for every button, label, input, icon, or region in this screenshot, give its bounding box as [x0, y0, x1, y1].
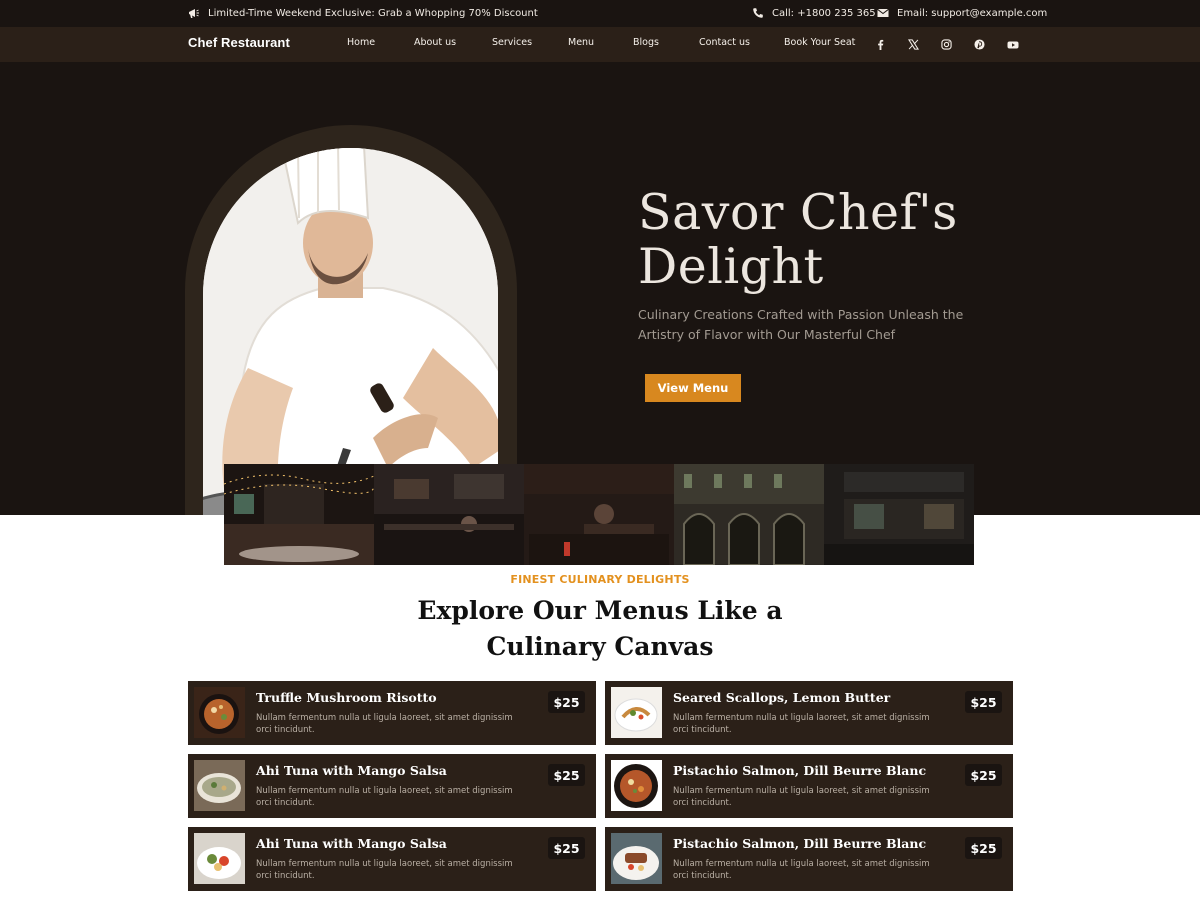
instagram-icon[interactable] [938, 36, 955, 53]
chef-illustration [203, 148, 498, 515]
dish-thumbnail [611, 833, 662, 884]
dish-name: Pistachio Salmon, Dill Beurre Blanc [673, 763, 927, 778]
megaphone-icon [189, 9, 199, 18]
hero-subtitle: Culinary Creations Crafted with Passion … [638, 307, 964, 342]
hero-title-line1: Savor Chef's [638, 184, 958, 241]
section-title-line1: Explore Our Menus Like a [417, 596, 783, 625]
dish-description: Nullam fermentum nulla ut ligula laoreet… [256, 859, 513, 881]
dish-price: $25 [548, 837, 585, 859]
envelope-icon [877, 8, 889, 17]
nav-home[interactable]: Home [347, 37, 375, 48]
nav-about-us[interactable]: About us [414, 37, 456, 48]
dish-price: $25 [548, 691, 585, 713]
gallery-image-cafe-chocolat[interactable] [824, 464, 974, 565]
nav-book-your-seat[interactable]: Book Your Seat [784, 37, 855, 48]
dish-description: Nullam fermentum nulla ut ligula laoreet… [673, 786, 930, 808]
section-title-line2: Culinary Canvas [486, 632, 714, 661]
pinterest-icon[interactable] [971, 36, 988, 53]
email-contact[interactable]: Email: support@example.com [877, 7, 1047, 19]
dish-price: $25 [965, 837, 1002, 859]
section-title: Explore Our Menus Like a Culinary Canvas [350, 593, 850, 665]
social-links [872, 36, 1021, 53]
main-navbar: Chef Restaurant Home About us Services M… [0, 27, 1200, 62]
dish-thumbnail [611, 760, 662, 811]
menu-item-card[interactable]: Ahi Tuna with Mango Salsa Nullam ferment… [188, 754, 596, 818]
x-twitter-icon[interactable] [905, 36, 922, 53]
dish-price: $25 [548, 764, 585, 786]
promo-banner[interactable]: Limited-Time Weekend Exclusive: Grab a W… [188, 7, 538, 19]
restaurant-gallery [224, 464, 976, 565]
hero-section: Savor Chef's Delight Culinary Creations … [0, 62, 1200, 515]
gallery-image-kitchen[interactable] [374, 464, 524, 565]
nav-contact-us[interactable]: Contact us [699, 37, 750, 48]
dish-thumbnail [194, 833, 245, 884]
chef-photo [203, 148, 498, 515]
nav-blogs[interactable]: Blogs [633, 37, 659, 48]
gallery-image-outdoor-patio[interactable] [224, 464, 374, 565]
dish-thumbnail [611, 687, 662, 738]
dish-name: Ahi Tuna with Mango Salsa [256, 763, 447, 778]
nav-menu-link[interactable]: Menu [568, 37, 594, 48]
nav-services[interactable]: Services [492, 37, 532, 48]
dish-price: $25 [965, 691, 1002, 713]
dish-description: Nullam fermentum nulla ut ligula laoreet… [256, 786, 513, 808]
dish-name: Seared Scallops, Lemon Butter [673, 690, 891, 705]
top-announcement-bar: Limited-Time Weekend Exclusive: Grab a W… [0, 0, 1200, 27]
gallery-image-dining-room[interactable] [524, 464, 674, 565]
phone-text: Call: +1800 235 365 [772, 7, 876, 19]
facebook-icon[interactable] [872, 36, 889, 53]
hero-title: Savor Chef's Delight [638, 186, 1018, 294]
menu-item-card[interactable]: Pistachio Salmon, Dill Beurre Blanc Null… [605, 827, 1013, 891]
dish-name: Pistachio Salmon, Dill Beurre Blanc [673, 836, 927, 851]
promo-text: Limited-Time Weekend Exclusive: Grab a W… [208, 7, 538, 19]
menu-item-card[interactable]: Seared Scallops, Lemon Butter Nullam fer… [605, 681, 1013, 745]
menu-item-card[interactable]: Truffle Mushroom Risotto Nullam fermentu… [188, 681, 596, 745]
hero-title-line2: Delight [638, 238, 824, 295]
menu-item-card[interactable]: Ahi Tuna with Mango Salsa Nullam ferment… [188, 827, 596, 891]
dish-thumbnail [194, 687, 245, 738]
dish-description: Nullam fermentum nulla ut ligula laoreet… [673, 713, 930, 735]
section-eyebrow: FINEST CULINARY DELIGHTS [510, 573, 690, 586]
gallery-image-arcade-facade[interactable] [674, 464, 824, 565]
dish-price: $25 [965, 764, 1002, 786]
youtube-icon[interactable] [1004, 36, 1021, 53]
view-menu-button[interactable]: View Menu [645, 374, 741, 402]
phone-contact[interactable]: Call: +1800 235 365 [752, 7, 876, 19]
dish-description: Nullam fermentum nulla ut ligula laoreet… [256, 713, 513, 735]
dish-description: Nullam fermentum nulla ut ligula laoreet… [673, 859, 930, 881]
menu-item-card[interactable]: Pistachio Salmon, Dill Beurre Blanc Null… [605, 754, 1013, 818]
email-text: Email: support@example.com [897, 7, 1048, 19]
dish-name: Ahi Tuna with Mango Salsa [256, 836, 447, 851]
phone-icon [753, 8, 763, 18]
dish-name: Truffle Mushroom Risotto [256, 690, 437, 705]
dish-thumbnail [194, 760, 245, 811]
